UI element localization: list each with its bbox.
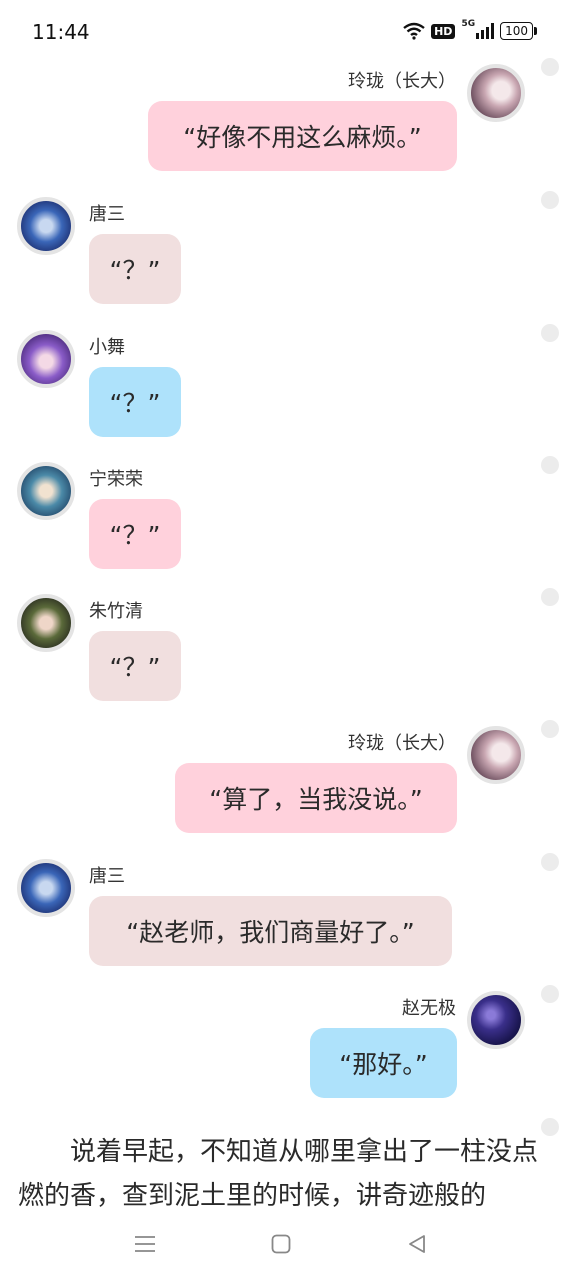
message-bubble[interactable]: “算了，当我没说。” xyxy=(175,763,457,833)
battery-icon: 100 xyxy=(500,22,537,40)
dark-hair-girl-avatar[interactable] xyxy=(17,594,75,652)
message-bubble[interactable]: “赵老师，我们商量好了。” xyxy=(89,896,452,966)
select-dot[interactable] xyxy=(541,1118,559,1136)
chat-message: 玲珑（长大） “算了，当我没说。” xyxy=(0,720,573,858)
menu-icon[interactable] xyxy=(131,1230,159,1258)
blue-hair-boy-avatar[interactable] xyxy=(17,197,75,255)
system-nav-bar xyxy=(0,1212,573,1280)
chat-message: 宁荣荣 “？” xyxy=(0,456,573,594)
chat-message: 玲珑（长大） “好像不用这么麻烦。” xyxy=(0,58,573,196)
sender-name: 玲珑（长大） xyxy=(348,733,456,754)
starry-sky-avatar[interactable] xyxy=(467,991,525,1049)
white-hair-girl-avatar[interactable] xyxy=(467,64,525,122)
narrative-paragraph: 说着早起，不知道从哪里拿出了一柱没点燃的香，查到泥土里的时候，讲奇迹般的 xyxy=(18,1137,539,1210)
blue-hair-boy-avatar[interactable] xyxy=(17,859,75,917)
hd-badge: HD xyxy=(431,23,456,39)
select-dot[interactable] xyxy=(541,985,559,1003)
sender-name: 赵无极 xyxy=(402,998,456,1019)
status-icons: HD 5G 100 xyxy=(403,19,537,40)
sender-name: 唐三 xyxy=(89,866,125,887)
status-time: 11:44 xyxy=(32,20,90,44)
select-dot[interactable] xyxy=(541,191,559,209)
chat-message: 赵无极 “那好。” xyxy=(0,985,573,1123)
select-dot[interactable] xyxy=(541,588,559,606)
sender-name: 小舞 xyxy=(89,337,125,358)
select-dot[interactable] xyxy=(541,853,559,871)
sender-name: 朱竹清 xyxy=(89,601,143,622)
select-dot[interactable] xyxy=(541,456,559,474)
message-bubble[interactable]: “好像不用这么麻烦。” xyxy=(148,101,457,171)
chat-message: 小舞 “？” xyxy=(0,324,573,462)
network-5g-label: 5G xyxy=(461,19,476,29)
select-dot[interactable] xyxy=(541,720,559,738)
select-dot[interactable] xyxy=(541,58,559,76)
select-dot[interactable] xyxy=(541,324,559,342)
back-icon[interactable] xyxy=(403,1230,431,1258)
chat-message: 唐三 “赵老师，我们商量好了。” xyxy=(0,853,573,991)
sender-name: 玲珑（长大） xyxy=(348,71,456,92)
signal-icon xyxy=(476,23,495,39)
teal-dress-girl-avatar[interactable] xyxy=(17,462,75,520)
chat-message: 唐三 “？” xyxy=(0,191,573,329)
white-hair-girl-avatar[interactable] xyxy=(467,726,525,784)
sender-name: 宁荣荣 xyxy=(89,469,143,490)
sender-name: 唐三 xyxy=(89,204,125,225)
message-bubble[interactable]: “那好。” xyxy=(310,1028,457,1098)
chat-message: 朱竹清 “？” xyxy=(0,588,573,726)
wifi-icon xyxy=(403,22,425,40)
message-bubble[interactable]: “？” xyxy=(89,234,181,304)
purple-hair-girl-avatar[interactable] xyxy=(17,330,75,388)
status-bar: 11:44 HD 5G 100 xyxy=(0,0,573,64)
home-icon[interactable] xyxy=(267,1230,295,1258)
message-bubble[interactable]: “？” xyxy=(89,367,181,437)
message-bubble[interactable]: “？” xyxy=(89,499,181,569)
message-bubble[interactable]: “？” xyxy=(89,631,181,701)
narrative-text-block: 说着早起，不知道从哪里拿出了一柱没点燃的香，查到泥土里的时候，讲奇迹般的 xyxy=(0,1130,573,1210)
